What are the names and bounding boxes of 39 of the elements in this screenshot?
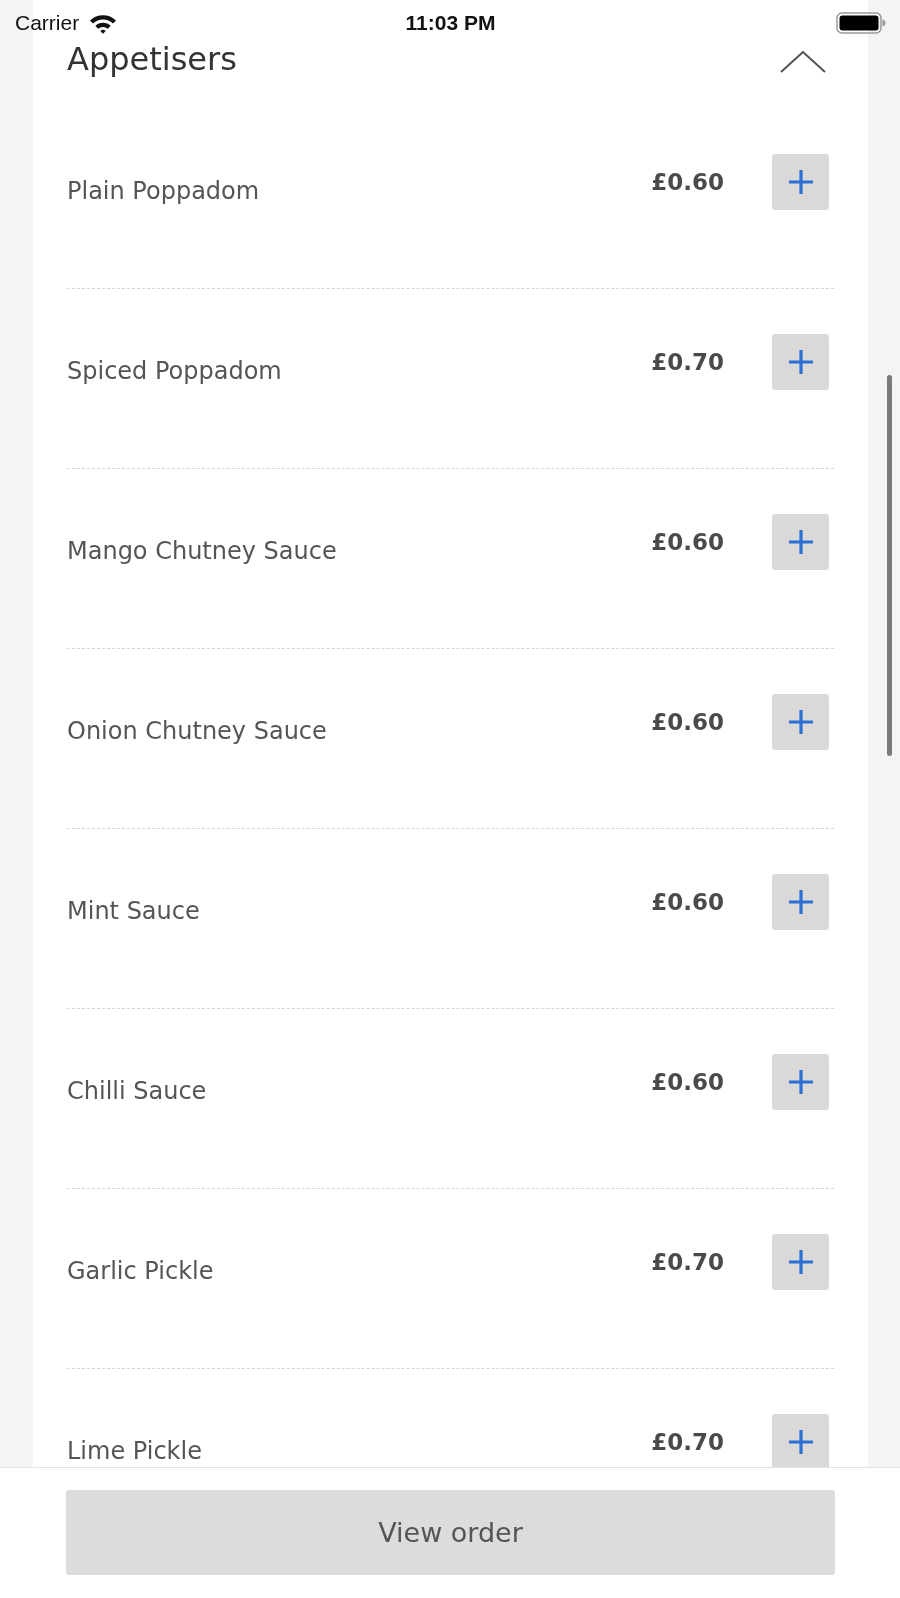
plus-icon — [787, 1429, 814, 1455]
add-button[interactable] — [772, 1234, 829, 1290]
plus-icon — [787, 529, 814, 555]
battery-icon — [836, 12, 886, 34]
plus-icon — [787, 1249, 814, 1275]
add-button[interactable] — [772, 874, 829, 930]
plus-icon — [787, 709, 814, 735]
item-name: Onion Chutney Sauce — [67, 716, 328, 746]
plus-icon — [787, 889, 814, 915]
view-order-button[interactable]: View order — [66, 1490, 835, 1575]
add-button[interactable] — [772, 334, 829, 390]
item-name: Mango Chutney Sauce — [67, 536, 338, 566]
item-price: £0.60 — [651, 708, 724, 737]
item-name: Mint Sauce — [67, 896, 201, 926]
item-price: £0.60 — [651, 1068, 724, 1097]
item-name: Garlic Pickle — [67, 1256, 215, 1286]
item-price: £0.60 — [651, 888, 724, 917]
add-button[interactable] — [772, 514, 829, 570]
item-price: £0.70 — [651, 1428, 724, 1457]
item-price: £0.60 — [651, 528, 724, 557]
add-button[interactable] — [772, 1414, 829, 1467]
item-name: Spiced Poppadom — [67, 356, 283, 386]
item-price: £0.70 — [651, 1248, 724, 1277]
item-price: £0.60 — [651, 168, 724, 197]
plus-icon — [787, 169, 814, 195]
wifi-icon — [89, 12, 118, 34]
item-name: Plain Poppadom — [67, 176, 261, 206]
plus-icon — [787, 1069, 814, 1095]
item-name: Chilli Sauce — [67, 1076, 208, 1106]
add-button[interactable] — [772, 1054, 829, 1110]
add-button[interactable] — [772, 154, 829, 210]
clock-time: 11:03 PM — [405, 11, 496, 35]
plus-icon — [787, 349, 814, 375]
section-title: Appetisers — [67, 39, 237, 80]
add-button[interactable] — [772, 694, 829, 750]
chevron-icon[interactable] — [780, 51, 826, 73]
item-price: £0.70 — [651, 348, 724, 377]
item-name: Lime Pickle — [67, 1436, 203, 1466]
carrier-name: Carrier — [15, 11, 80, 35]
